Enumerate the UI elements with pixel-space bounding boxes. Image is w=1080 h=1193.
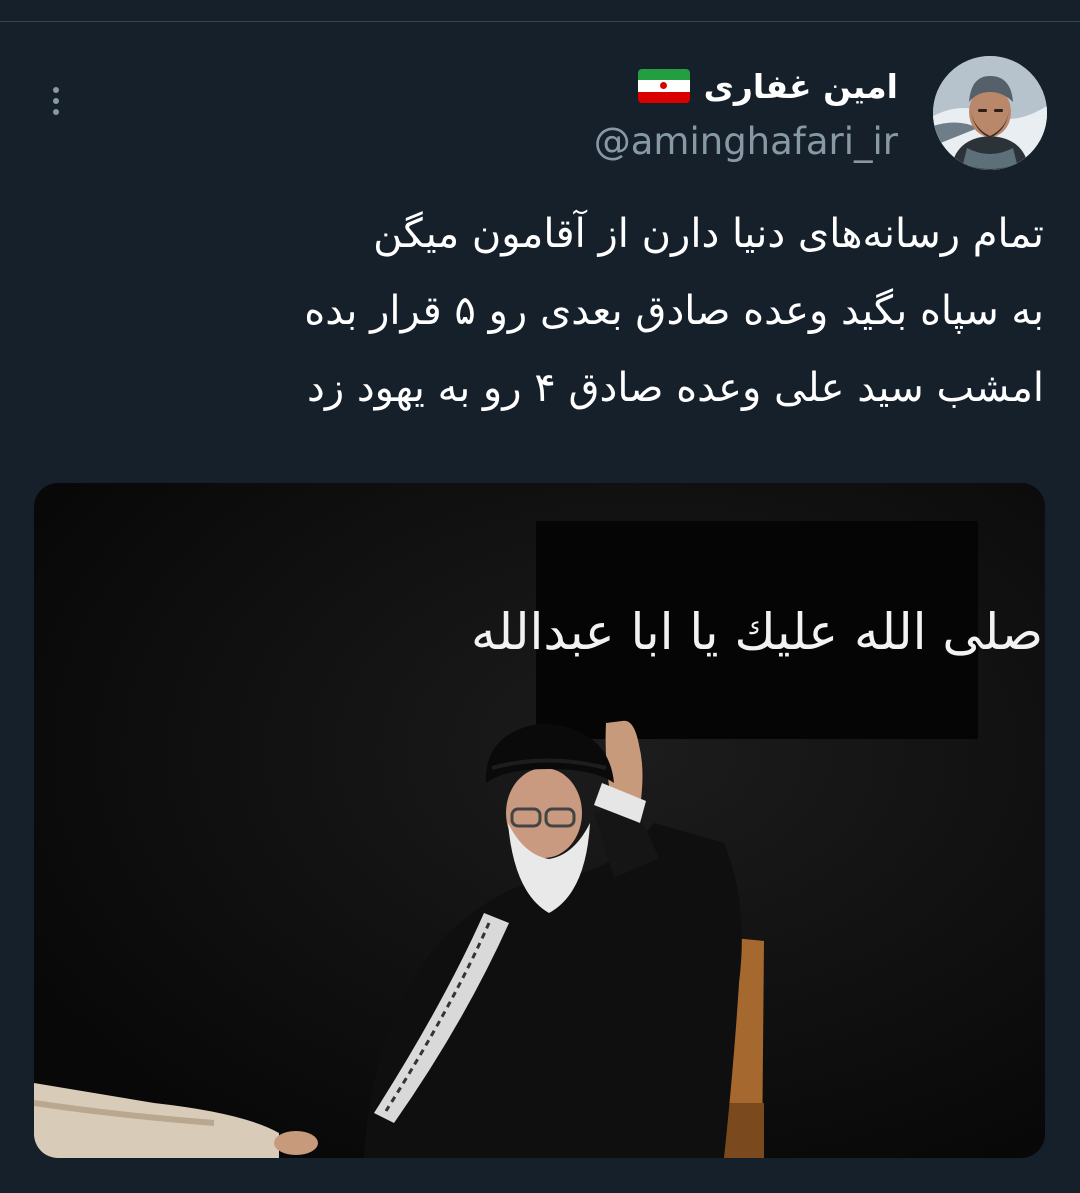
- more-options-button[interactable]: [36, 80, 76, 122]
- more-dot-icon: [53, 98, 59, 104]
- media-photo: صلى الله عليك يا ابا عبدالله: [34, 483, 1045, 1158]
- author-name-row[interactable]: امین غفاری: [637, 58, 898, 114]
- tweet-text: تمام رسانه‌های دنیا دارن از آقامون میگن …: [44, 196, 1044, 427]
- tweet-line: به سپاه بگید وعده صادق بعدی رو ۵ قرار بد…: [304, 288, 1044, 334]
- more-dot-icon: [53, 109, 59, 115]
- author-handle[interactable]: @aminghafari_ir: [594, 116, 898, 168]
- banner-calligraphy-text: صلى الله عليك يا ابا عبدالله: [471, 603, 1043, 661]
- tweet-line: امشب سید علی وعده صادق ۴ رو به یهود زد: [307, 365, 1044, 411]
- author-avatar[interactable]: [933, 56, 1047, 170]
- avatar-photo: [933, 56, 1047, 170]
- tweet-line: تمام رسانه‌های دنیا دارن از آقامون میگن: [373, 211, 1044, 257]
- author-display-name[interactable]: امین غفاری: [704, 67, 898, 106]
- tweet-media-image[interactable]: صلى الله عليك يا ابا عبدالله: [34, 483, 1045, 1158]
- iran-flag-icon: [637, 69, 690, 103]
- top-divider: [0, 21, 1080, 22]
- more-dot-icon: [53, 87, 59, 93]
